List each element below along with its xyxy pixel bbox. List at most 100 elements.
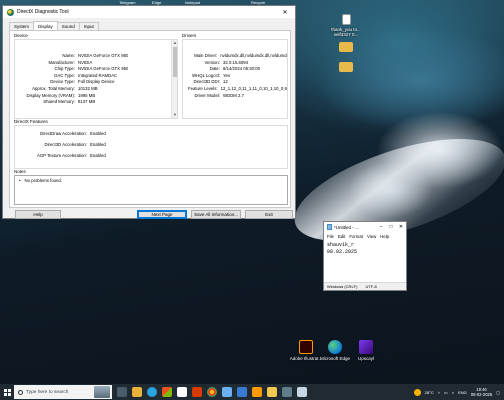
feature-levels-value: 12_1,12_0,11_1,11_0,10_1,10_0,9_3 — [220, 85, 287, 91]
chip-type-value: NVIDIA GeForce GTX 950 — [78, 66, 129, 72]
system-tray: 28°C ˄ ▭ ◖ ENG 19:46 08-02-2025 ▢ — [413, 384, 504, 400]
notes-box[interactable]: • No problems found. — [14, 175, 288, 205]
encoding-status: UTF-8 — [365, 284, 377, 289]
next-page-button[interactable]: Next Page — [137, 210, 187, 219]
menu-edit[interactable]: Edit — [338, 234, 345, 239]
notepad-taskbar-icon[interactable] — [297, 387, 307, 397]
direct3d-label: Direct3D Acceleration: — [44, 142, 87, 147]
tab-sound[interactable]: Sound — [56, 22, 80, 30]
desktop-icon-label: Upscayl — [357, 356, 374, 361]
desktop-icon-document[interactable]: thank_you to... self3327 0... — [326, 14, 366, 37]
photos-icon[interactable] — [222, 387, 232, 397]
notification-icon[interactable]: ▢ — [496, 390, 500, 395]
minimize-icon[interactable]: – — [376, 222, 386, 232]
notepad-text-area[interactable]: shauvik_r 08.02.2025 — [327, 242, 357, 256]
shared-memory-value: 8137 MB — [78, 99, 96, 105]
feature-levels-label: Feature Levels: — [187, 85, 218, 91]
tab-system[interactable]: System — [9, 22, 35, 30]
close-icon[interactable]: ✕ — [275, 6, 295, 18]
dac-type-value: Integrated RAMDAC — [78, 72, 118, 78]
search-icon — [18, 389, 23, 395]
device-name-label: Name: — [62, 53, 75, 58]
dxdiag-taskbar-icon[interactable] — [282, 387, 292, 397]
start-button[interactable] — [0, 384, 14, 400]
total-memory-value: 10132 MB — [78, 85, 98, 91]
search-highlight-image — [94, 386, 110, 398]
clock-date: 08-02-2025 — [470, 392, 493, 397]
note-item: • No problems found. — [19, 178, 283, 183]
folder-icon — [339, 62, 353, 72]
illustrator-taskbar-icon[interactable] — [252, 387, 262, 397]
network-icon[interactable]: ▭ — [444, 390, 448, 395]
help-button[interactable]: Help — [15, 210, 61, 219]
main-driver-label: Main Driver: — [194, 53, 218, 58]
explorer-folder-icon[interactable] — [267, 387, 277, 397]
desktop-icon-folder[interactable] — [326, 42, 366, 54]
maximize-icon[interactable]: □ — [386, 222, 396, 232]
scroll-down-icon[interactable]: ▼ — [172, 112, 178, 118]
manufacturer-value: NVIDIA — [78, 59, 93, 65]
menu-file[interactable]: File — [327, 234, 334, 239]
weather-temperature[interactable]: 28°C — [425, 390, 434, 395]
notepad-window: *Untitled - ... – □ ✕ File Edit Format V… — [323, 221, 407, 291]
edge-icon[interactable] — [147, 387, 157, 397]
search-placeholder: Type here to search — [26, 389, 69, 395]
scroll-up-icon[interactable]: ▲ — [172, 40, 178, 46]
directdraw-label: DirectDraw Acceleration: — [39, 131, 87, 136]
adobe-illustrator-icon — [299, 340, 313, 354]
mail-icon[interactable] — [177, 387, 187, 397]
weather-icon[interactable] — [413, 388, 421, 396]
notepad-titlebar[interactable]: *Untitled - ... – □ ✕ — [324, 222, 406, 232]
file-explorer-icon[interactable] — [132, 387, 142, 397]
driver-date-label: Date: — [209, 66, 220, 72]
tab-input[interactable]: Input — [78, 22, 99, 30]
device-info-list: Name: NVIDIA GeForce GTX 950 Manufacturer… — [16, 53, 168, 106]
language-indicator[interactable]: ENG — [458, 390, 467, 395]
chrome-icon[interactable] — [207, 387, 217, 397]
store-icon[interactable] — [162, 387, 172, 397]
save-all-information-button[interactable]: Save All Information... — [191, 210, 241, 219]
d3d-ddi-value: 12 — [223, 79, 228, 85]
close-icon[interactable]: ✕ — [396, 222, 406, 232]
driver-model-label: Driver Model: — [194, 92, 220, 98]
tab-display[interactable]: Display — [33, 21, 58, 30]
device-type-value: Full Display Device — [78, 79, 115, 85]
exit-button[interactable]: Exit — [245, 210, 293, 219]
telegram-icon[interactable] — [237, 387, 247, 397]
menu-format[interactable]: Format — [349, 234, 363, 239]
folder-icon — [339, 42, 353, 52]
notepad-statusbar: Windows (CRLF) UTF-8 — [324, 282, 406, 290]
notepad-title: *Untitled - ... — [334, 224, 359, 230]
directdraw-value: Enabled — [90, 131, 106, 136]
driver-date-value: 8/14/2024 05:30:00 — [223, 66, 261, 72]
window-title: DirectX Diagnostic Tool — [17, 9, 69, 15]
menu-help[interactable]: Help — [380, 234, 389, 239]
dxdiag-titlebar[interactable]: DirectX Diagnostic Tool ✕ — [3, 6, 295, 18]
directx-icon — [7, 8, 14, 16]
clock[interactable]: 19:46 08-02-2025 — [471, 387, 492, 397]
display-tab-panel: Device Name: NVIDIA GeForce GTX 950 Manuf… — [9, 30, 291, 208]
volume-icon[interactable]: ◖ — [452, 390, 454, 395]
device-group-title: Device — [14, 33, 28, 38]
office-icon[interactable] — [192, 387, 202, 397]
dxdiag-window: DirectX Diagnostic Tool ✕ System Display… — [2, 5, 296, 219]
tab-bar: System Display Sound Input — [9, 21, 99, 30]
chevron-up-icon[interactable]: ˄ — [438, 390, 440, 395]
task-view-icon[interactable] — [117, 387, 127, 397]
taskbar-search-box[interactable]: Type here to search — [14, 385, 112, 399]
main-driver-value: nvldumdx.dll,nvldumdx.dll,nvldumdx.d — [220, 53, 287, 58]
desktop-icon-folder[interactable] — [326, 62, 366, 74]
device-type-label: Device Type: — [50, 79, 75, 85]
text-line: shauvik_r — [327, 242, 355, 248]
desktop-icon-label: thank_you to... self3327 0... — [331, 27, 361, 37]
total-memory-label: Approx. Total Memory: — [32, 85, 75, 91]
edge-icon — [328, 340, 342, 354]
taskbar: Type here to search 28°C ˄ ▭ ◖ ENG 19:46… — [0, 384, 504, 400]
menu-view[interactable]: View — [367, 234, 376, 239]
device-scrollbar[interactable]: ▲ ▼ — [171, 40, 177, 118]
bullet-icon: • — [19, 178, 21, 183]
scrollbar-thumb[interactable] — [173, 47, 177, 77]
desktop-icon-upscayl[interactable]: Upscayl — [346, 340, 386, 361]
driver-info-list: Main Driver: nvldumdx.dll,nvldumdx.dll,nv… — [183, 53, 287, 99]
dac-type-label: DAC Type: — [54, 72, 75, 78]
